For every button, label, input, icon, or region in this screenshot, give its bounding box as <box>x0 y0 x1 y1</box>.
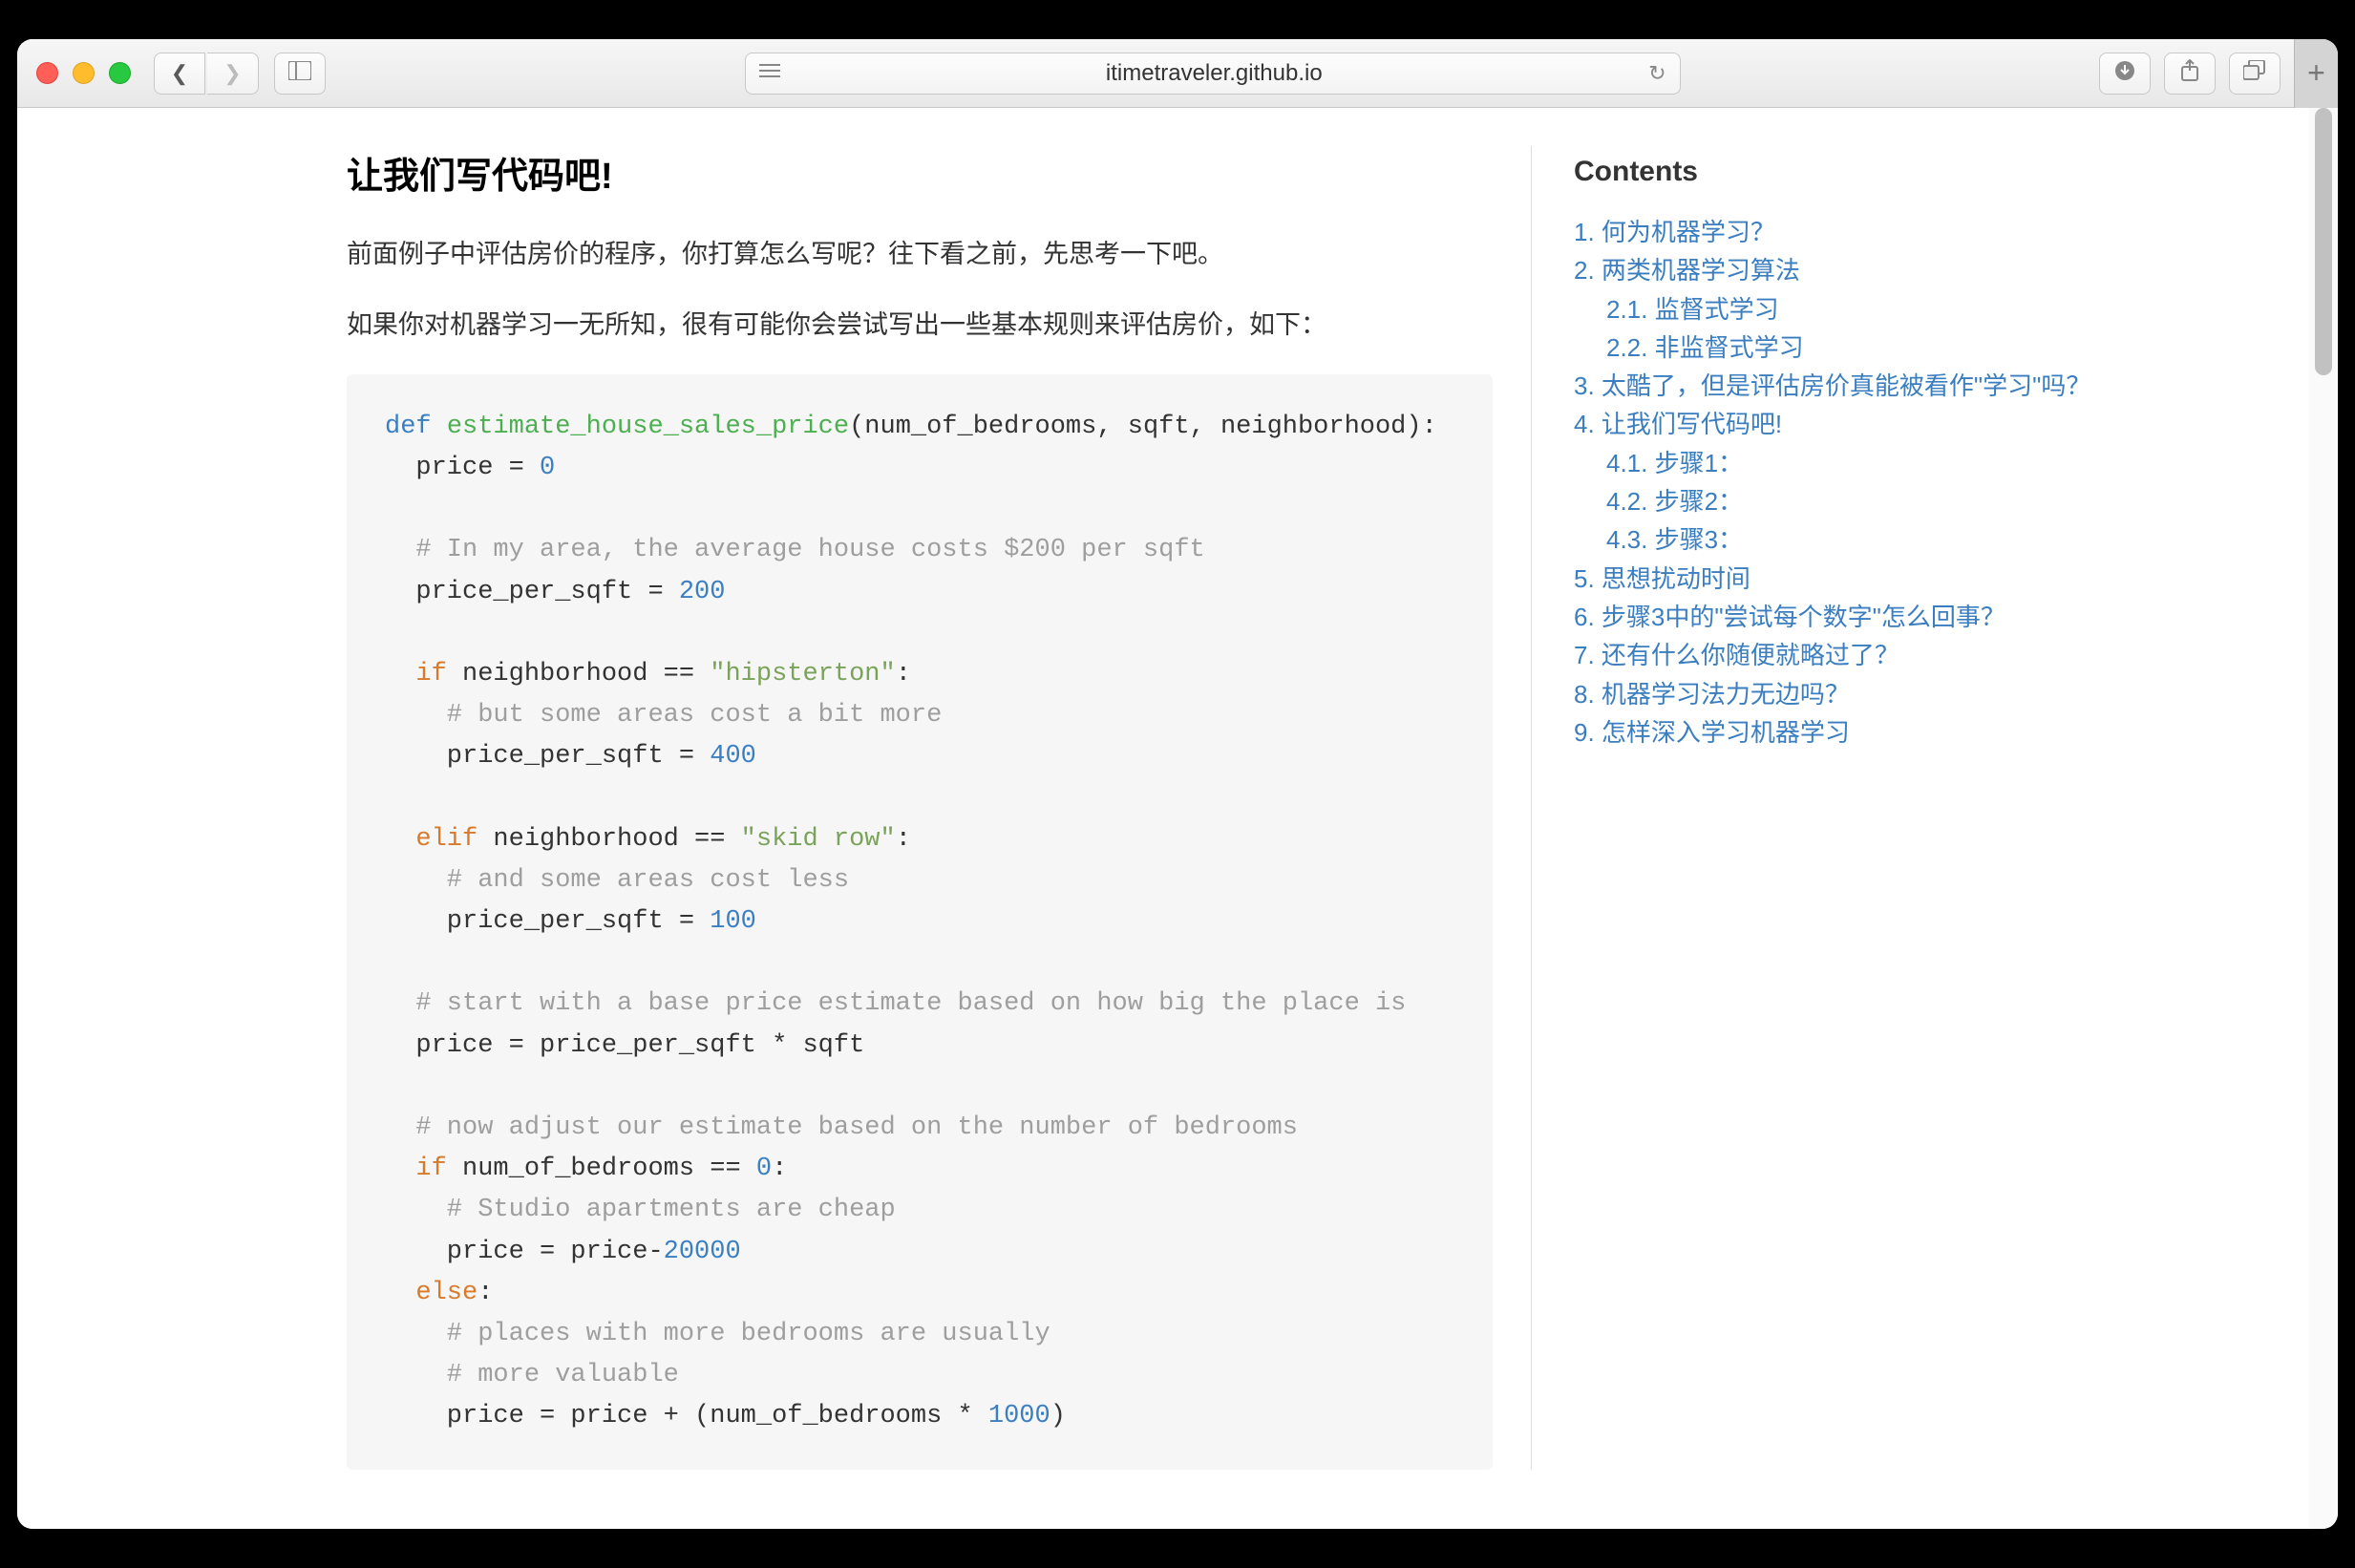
code-num: 0 <box>540 454 555 482</box>
downloads-button[interactable] <box>2099 53 2151 95</box>
code-params: (num_of_bedrooms, sqft, neighborhood): <box>849 413 1437 441</box>
code-num: 20000 <box>664 1238 741 1266</box>
toc-item[interactable]: 5. 思想扰动时间 <box>1574 560 2199 598</box>
code-line: price_per_sqft = <box>385 742 710 771</box>
code-num: 0 <box>756 1155 772 1183</box>
article-para-2: 如果你对机器学习一无所知，很有可能你会尝试写出一些基本规则来评估房价，如下： <box>347 304 1493 348</box>
table-of-contents: Contents 1. 何为机器学习？2. 两类机器学习算法2.1. 监督式学习… <box>1531 146 2199 1470</box>
article: 让我们写代码吧! 前面例子中评估房价的程序，你打算怎么写呢？往下看之前，先思考一… <box>347 146 1493 1470</box>
code-string: "skid row" <box>741 825 896 854</box>
tabs-button[interactable] <box>2229 53 2281 95</box>
reload-icon[interactable]: ↻ <box>1648 61 1665 86</box>
code-line: price = price_per_sqft * sqft <box>385 1031 864 1060</box>
code-comment: # and some areas cost less <box>385 866 849 895</box>
chevron-right-icon: ❯ <box>223 61 241 86</box>
code-block: def estimate_house_sales_price(num_of_be… <box>347 374 1493 1471</box>
toc-item[interactable]: 4.1. 步骤1： <box>1574 444 2199 482</box>
toc-item[interactable]: 7. 还有什么你随便就略过了？ <box>1574 636 2199 674</box>
code-colon: : <box>772 1155 787 1183</box>
code-keyword-def: def <box>385 413 432 441</box>
new-tab-button[interactable]: + <box>2294 39 2338 108</box>
code-line: price = <box>385 454 540 482</box>
reader-mode-icon[interactable] <box>759 61 780 86</box>
close-button[interactable] <box>36 62 58 84</box>
code-keyword-elif: elif <box>385 825 477 854</box>
toc-item[interactable]: 4.2. 步骤2： <box>1574 482 2199 520</box>
toc-item[interactable]: 4. 让我们写代码吧! <box>1574 405 2199 443</box>
titlebar: ❮ ❯ itimetraveler.github.io ↻ <box>17 39 2338 108</box>
plus-icon: + <box>2307 55 2325 91</box>
toc-item[interactable]: 3. 太酷了，但是评估房价真能被看作"学习"吗？ <box>1574 367 2199 405</box>
toc-title: Contents <box>1574 156 2199 188</box>
share-icon <box>2180 59 2199 88</box>
code-line: price = price- <box>385 1238 664 1266</box>
tabs-icon <box>2243 60 2266 87</box>
code-comment: # Studio apartments are cheap <box>385 1196 896 1224</box>
right-toolbar <box>2099 53 2281 95</box>
page-scroll[interactable]: 让我们写代码吧! 前面例子中评估房价的程序，你打算怎么写呢？往下看之前，先思考一… <box>17 108 2338 1529</box>
content-area: 让我们写代码吧! 前面例子中评估房价的程序，你打算怎么写呢？往下看之前，先思考一… <box>17 108 2338 1529</box>
back-button[interactable]: ❮ <box>154 53 205 95</box>
code-comment: # but some areas cost a bit more <box>385 701 942 730</box>
code-comment: # now adjust our estimate based on the n… <box>385 1113 1298 1142</box>
toc-item[interactable]: 2.1. 监督式学习 <box>1574 290 2199 328</box>
code-funcname: estimate_house_sales_price <box>447 413 849 441</box>
code-keyword-if: if <box>385 1155 447 1183</box>
toc-item[interactable]: 1. 何为机器学习？ <box>1574 213 2199 251</box>
traffic-lights <box>36 62 131 84</box>
address-bar[interactable]: itimetraveler.github.io ↻ <box>745 53 1681 95</box>
page-inner: 让我们写代码吧! 前面例子中评估房价的程序，你打算怎么写呢？往下看之前，先思考一… <box>156 146 2199 1470</box>
code-num: 1000 <box>988 1402 1050 1430</box>
nav-buttons: ❮ ❯ <box>154 53 259 95</box>
code-line: price_per_sqft = <box>385 578 679 606</box>
url-text: itimetraveler.github.io <box>794 60 1636 87</box>
code-comment: # start with a base price estimate based… <box>385 989 1406 1018</box>
code-colon: : <box>477 1279 493 1307</box>
code-comment: # places with more bedrooms are usually <box>385 1320 1050 1348</box>
code-num: 200 <box>679 578 726 606</box>
code-keyword-if: if <box>385 660 447 689</box>
code-keyword-else: else <box>385 1279 477 1307</box>
article-para-1: 前面例子中评估房价的程序，你打算怎么写呢？往下看之前，先思考一下吧。 <box>347 233 1493 277</box>
article-heading: 让我们写代码吧! <box>347 146 1493 199</box>
browser-window: ❮ ❯ itimetraveler.github.io ↻ <box>17 39 2338 1529</box>
sidebar-icon <box>288 61 311 86</box>
code-text: neighborhood == <box>447 660 710 689</box>
code-comment: # more valuable <box>385 1361 679 1389</box>
toc-item[interactable]: 4.3. 步骤3： <box>1574 520 2199 559</box>
address-bar-wrapper: itimetraveler.github.io ↻ <box>360 53 2065 95</box>
code-text: neighborhood == <box>477 825 740 854</box>
scrollbar-track[interactable] <box>2309 108 2336 1529</box>
code-line: price = price + (num_of_bedrooms * <box>385 1402 988 1430</box>
forward-button[interactable]: ❯ <box>207 53 259 95</box>
toc-item[interactable]: 8. 机器学习法力无边吗？ <box>1574 675 2199 713</box>
minimize-button[interactable] <box>73 62 95 84</box>
toc-list: 1. 何为机器学习？2. 两类机器学习算法2.1. 监督式学习2.2. 非监督式… <box>1574 213 2199 752</box>
share-button[interactable] <box>2164 53 2216 95</box>
toc-item[interactable]: 2.2. 非监督式学习 <box>1574 328 2199 367</box>
zoom-button[interactable] <box>109 62 131 84</box>
sidebar-toggle-button[interactable] <box>274 53 326 95</box>
chevron-left-icon: ❮ <box>171 61 188 86</box>
code-num: 100 <box>710 907 756 936</box>
code-line: ) <box>1050 1402 1066 1430</box>
code-comment: # In my area, the average house costs $2… <box>385 536 1205 564</box>
code-string: "hipsterton" <box>710 660 895 689</box>
toc-item[interactable]: 2. 两类机器学习算法 <box>1574 251 2199 289</box>
code-colon: : <box>896 660 911 689</box>
code-line: price_per_sqft = <box>385 907 710 936</box>
scrollbar-thumb[interactable] <box>2315 108 2332 375</box>
code-colon: : <box>896 825 911 854</box>
toc-item[interactable]: 6. 步骤3中的"尝试每个数字"怎么回事？ <box>1574 598 2199 636</box>
toc-item[interactable]: 9. 怎样深入学习机器学习 <box>1574 713 2199 752</box>
download-icon <box>2114 60 2135 87</box>
code-text: num_of_bedrooms == <box>447 1155 756 1183</box>
code-num: 400 <box>710 742 756 771</box>
